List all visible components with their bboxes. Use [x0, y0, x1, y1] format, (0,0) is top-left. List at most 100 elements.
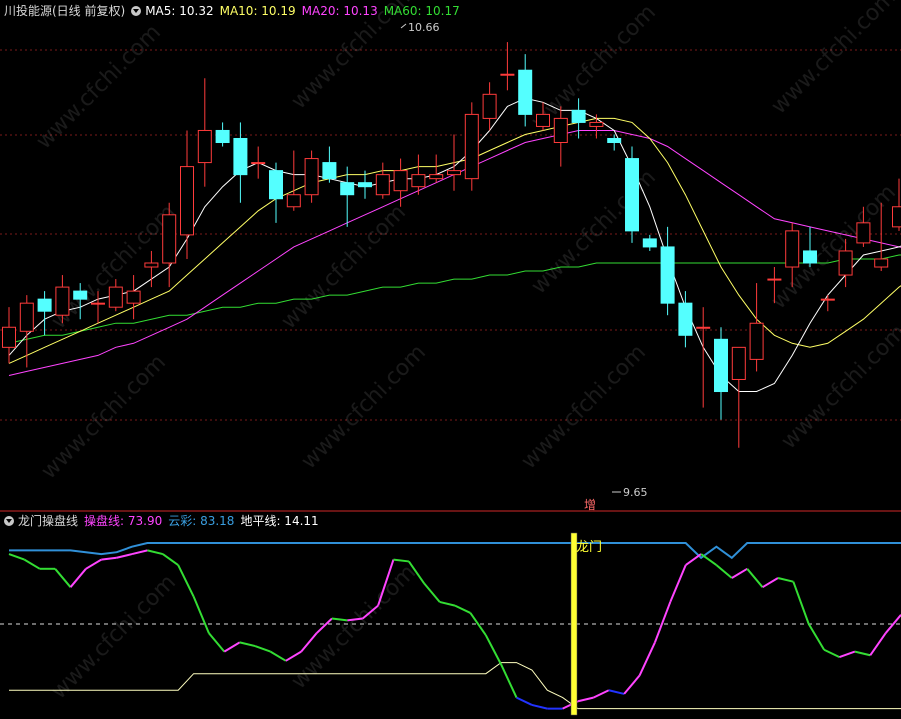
candle-body-down — [518, 69, 533, 115]
candlestick — [19, 295, 34, 368]
caopan-segment — [116, 553, 133, 559]
candle-body-up — [874, 258, 889, 268]
caopan-segment — [500, 664, 518, 699]
caopan-segment — [869, 632, 887, 656]
candle-body-up — [856, 222, 871, 244]
high-price-label: 10.66 — [408, 21, 440, 34]
candlestick — [162, 202, 177, 288]
main-chart-header: 川投能源(日线 前复权) MA5: 10.32 MA10: 10.19 MA20: 1… — [4, 3, 466, 19]
caopan-segment — [623, 674, 641, 695]
candle-body-up — [589, 121, 604, 127]
candlestick — [714, 327, 728, 420]
caopan-segment — [715, 564, 733, 579]
ma5-label: MA5: 10.32 — [145, 4, 214, 18]
caopan-segment — [653, 601, 672, 643]
candlestick — [393, 158, 408, 207]
caopan-segment — [839, 650, 856, 659]
candle-body-up — [696, 326, 711, 329]
candle-body-up — [91, 302, 105, 305]
candlestick — [731, 346, 746, 448]
candle-body-down — [73, 290, 88, 300]
caopan-segment — [700, 553, 718, 566]
caopan-segment — [685, 553, 702, 566]
candlestick — [464, 102, 479, 191]
caopan-segment — [484, 634, 503, 665]
candle-body-down — [642, 238, 657, 248]
candle-body-down — [37, 298, 52, 312]
candle-body-up — [180, 166, 194, 236]
caopan-segment — [423, 582, 441, 603]
candlestick — [696, 307, 711, 408]
caopan-segment — [208, 632, 226, 653]
caopan-segment — [23, 558, 41, 570]
caopan-segment — [177, 564, 195, 597]
candlestick — [749, 283, 764, 372]
candle-body-down — [714, 338, 728, 393]
candle-body-down — [625, 158, 639, 232]
longmen-label: 龙门 — [576, 540, 602, 555]
caopan-segment — [854, 650, 871, 657]
caopan-segment — [746, 568, 764, 588]
candlestick — [322, 146, 337, 183]
candle-body-up — [749, 322, 764, 360]
caopan-segment — [223, 641, 241, 653]
watermark-text: www.cfchi.com — [32, 20, 166, 154]
yuncai-label: 云彩: 83.18 — [168, 514, 235, 528]
watermark-text: www.cfchi.com — [277, 200, 411, 334]
ma20-label: MA20: 10.13 — [301, 4, 378, 18]
caopan-segment — [762, 577, 779, 589]
watermarks: www.cfchi.com www.cfchi.com www.cfchi.com w… — [32, 0, 901, 704]
caopan-segment — [54, 568, 72, 588]
watermark-text: www.cfchi.com — [37, 350, 171, 484]
candle-body-down — [358, 182, 372, 188]
candle-body-down — [571, 109, 586, 123]
settings-toggle-icon[interactable] — [131, 6, 142, 16]
candlestick — [660, 226, 675, 316]
candlestick — [642, 234, 657, 251]
candle-body-up — [286, 194, 301, 208]
candle-body-up — [197, 129, 212, 164]
candlestick — [678, 291, 693, 348]
candle-body-up — [482, 93, 497, 119]
candlestick — [180, 130, 194, 259]
candle-body-down — [322, 162, 337, 180]
caopan-segment — [439, 600, 456, 607]
caopan-segment — [285, 650, 302, 662]
watermark-text: www.cfchi.com — [767, 0, 901, 119]
dipingxian-line — [9, 662, 901, 710]
stock-title: 川投能源(日线 前复权) — [4, 4, 126, 18]
candle-body-up — [162, 214, 177, 264]
watermark-text: www.cfchi.com — [777, 320, 901, 454]
low-price-label: 9.65 — [623, 486, 648, 499]
candle-body-down — [215, 129, 230, 144]
caopan-segment — [254, 645, 271, 653]
candle-body-up — [447, 170, 461, 176]
candlestick — [126, 275, 141, 320]
caopan-segment — [101, 556, 117, 561]
caopan-segment — [669, 564, 687, 603]
candlestick — [286, 150, 301, 211]
ma60-label: MA60: 10.17 — [383, 4, 460, 18]
candlestick — [625, 146, 639, 243]
candle-body-up — [144, 262, 159, 268]
candlestick — [233, 122, 248, 203]
caopan-segment — [592, 689, 610, 699]
zeng-marker: 增 — [584, 498, 596, 512]
candle-body-up — [731, 346, 746, 380]
watermark-text: www.cfchi.com — [297, 340, 431, 474]
candle-body-down — [678, 302, 693, 336]
indicator-toggle-icon[interactable] — [4, 516, 14, 526]
candle-body-up — [536, 113, 550, 127]
candle-body-up — [820, 298, 835, 301]
caopan-segment — [162, 553, 179, 566]
dipingxian-label: 地平线: 14.11 — [240, 514, 319, 528]
candle-body-up — [2, 326, 16, 348]
caopan-segment — [131, 549, 148, 556]
candlestick — [500, 42, 515, 91]
candle-body-up — [892, 206, 901, 228]
candle-body-up — [393, 170, 408, 192]
candle-body-down — [607, 137, 622, 144]
caopan-segment — [85, 558, 102, 570]
candlestick — [269, 162, 283, 223]
candle-body-up — [785, 230, 800, 268]
